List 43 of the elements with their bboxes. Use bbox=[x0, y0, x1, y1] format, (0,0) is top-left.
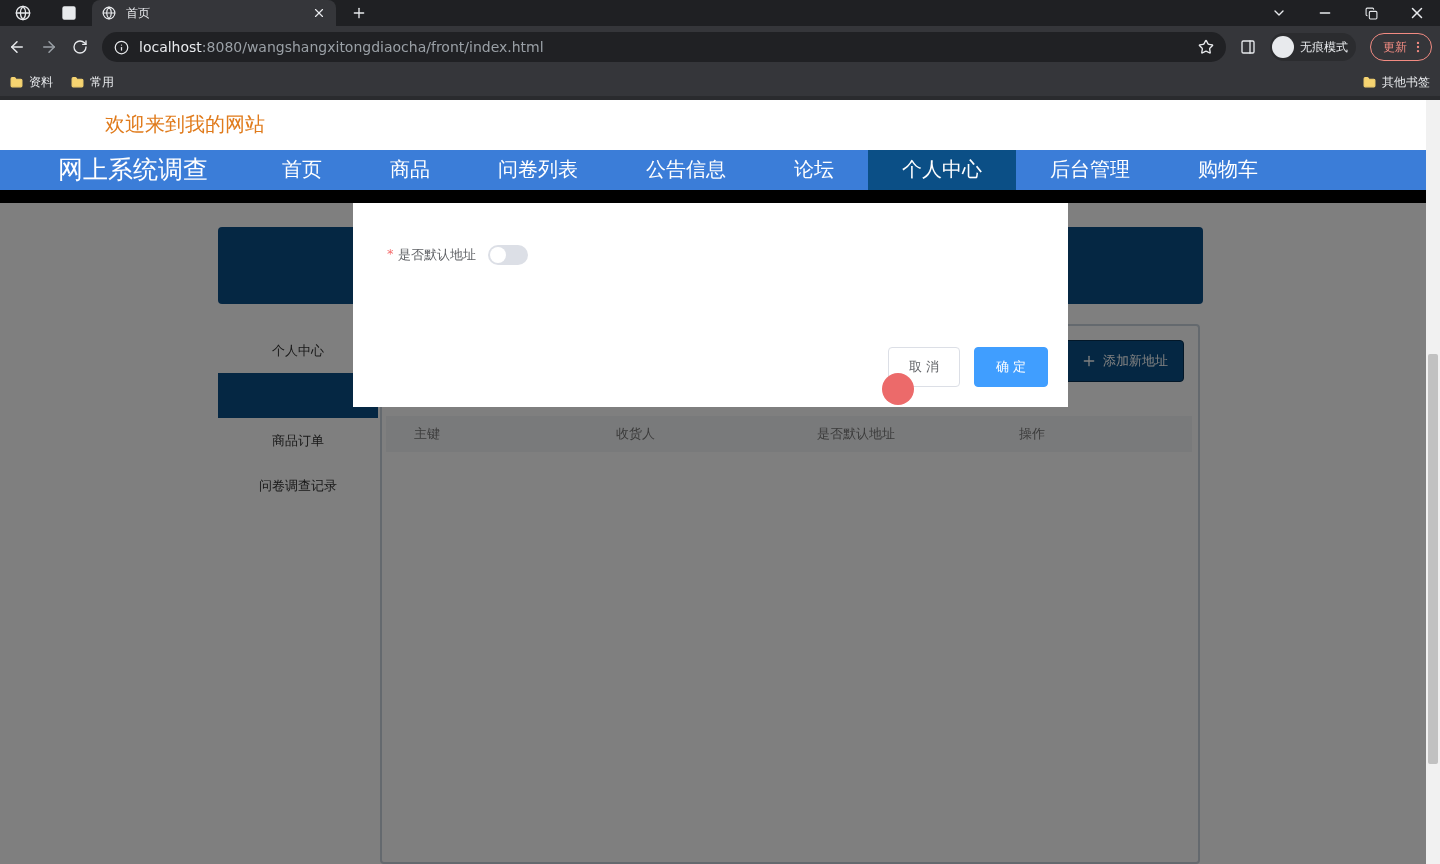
column-header: 收货人 bbox=[614, 425, 656, 443]
site-title: 网上系统调查 bbox=[58, 154, 208, 187]
nav-item[interactable]: 购物车 bbox=[1164, 149, 1292, 190]
restore-icon[interactable] bbox=[1364, 6, 1378, 20]
browser-tab[interactable]: 首页 bbox=[92, 0, 336, 26]
click-highlight-icon bbox=[882, 373, 914, 405]
reload-icon[interactable] bbox=[72, 39, 88, 55]
nav-item[interactable]: 个人中心 bbox=[868, 149, 1016, 190]
globe-icon bbox=[15, 5, 31, 21]
nav-item[interactable]: 问卷列表 bbox=[464, 149, 612, 190]
other-bookmarks[interactable]: 其他书签 bbox=[1363, 73, 1430, 91]
globe-icon bbox=[102, 6, 116, 20]
nav-item[interactable]: 首页 bbox=[248, 149, 356, 190]
column-header: 操作 bbox=[1017, 425, 1046, 443]
nav-item[interactable]: 论坛 bbox=[760, 149, 868, 190]
nav-item[interactable]: 后台管理 bbox=[1016, 149, 1164, 190]
folder-icon bbox=[71, 75, 84, 89]
welcome-text: 欢迎来到我的网站 bbox=[105, 111, 265, 139]
cancel-button[interactable]: 取 消 bbox=[888, 347, 960, 387]
new-tab-icon[interactable] bbox=[351, 5, 367, 21]
sidebar-item[interactable]: 问卷调查记录 bbox=[218, 463, 378, 508]
default-switch[interactable] bbox=[487, 245, 528, 265]
nav-item[interactable]: 商品 bbox=[356, 149, 464, 190]
address-bar[interactable]: localhost:8080/wangshangxitongdiaocha/front/index.html bbox=[102, 32, 1226, 62]
back-icon[interactable] bbox=[8, 38, 26, 56]
scrollbar[interactable] bbox=[1426, 100, 1440, 864]
incognito-badge[interactable]: 无痕模式 bbox=[1270, 33, 1356, 61]
folder-icon bbox=[10, 75, 23, 89]
bookmark[interactable]: 资料 bbox=[10, 73, 53, 91]
field-label: 是否默认地址 bbox=[397, 246, 476, 264]
bookmark[interactable]: 常用 bbox=[71, 73, 114, 91]
sidebar-item[interactable]: 商品订单 bbox=[218, 418, 378, 463]
column-header: 主键 bbox=[413, 425, 441, 443]
forward-icon[interactable] bbox=[40, 38, 58, 56]
nav-item[interactable]: 公告信息 bbox=[612, 149, 760, 190]
tab-group-icon[interactable] bbox=[61, 5, 77, 21]
column-header: 是否默认地址 bbox=[816, 425, 896, 443]
tab-title: 首页 bbox=[126, 4, 151, 22]
confirm-button[interactable]: 确 定 bbox=[974, 347, 1048, 387]
close-tab-icon[interactable] bbox=[312, 6, 326, 20]
required-mark: * bbox=[387, 246, 394, 263]
side-panel-icon[interactable] bbox=[1240, 39, 1256, 55]
folder-icon bbox=[1363, 75, 1376, 89]
